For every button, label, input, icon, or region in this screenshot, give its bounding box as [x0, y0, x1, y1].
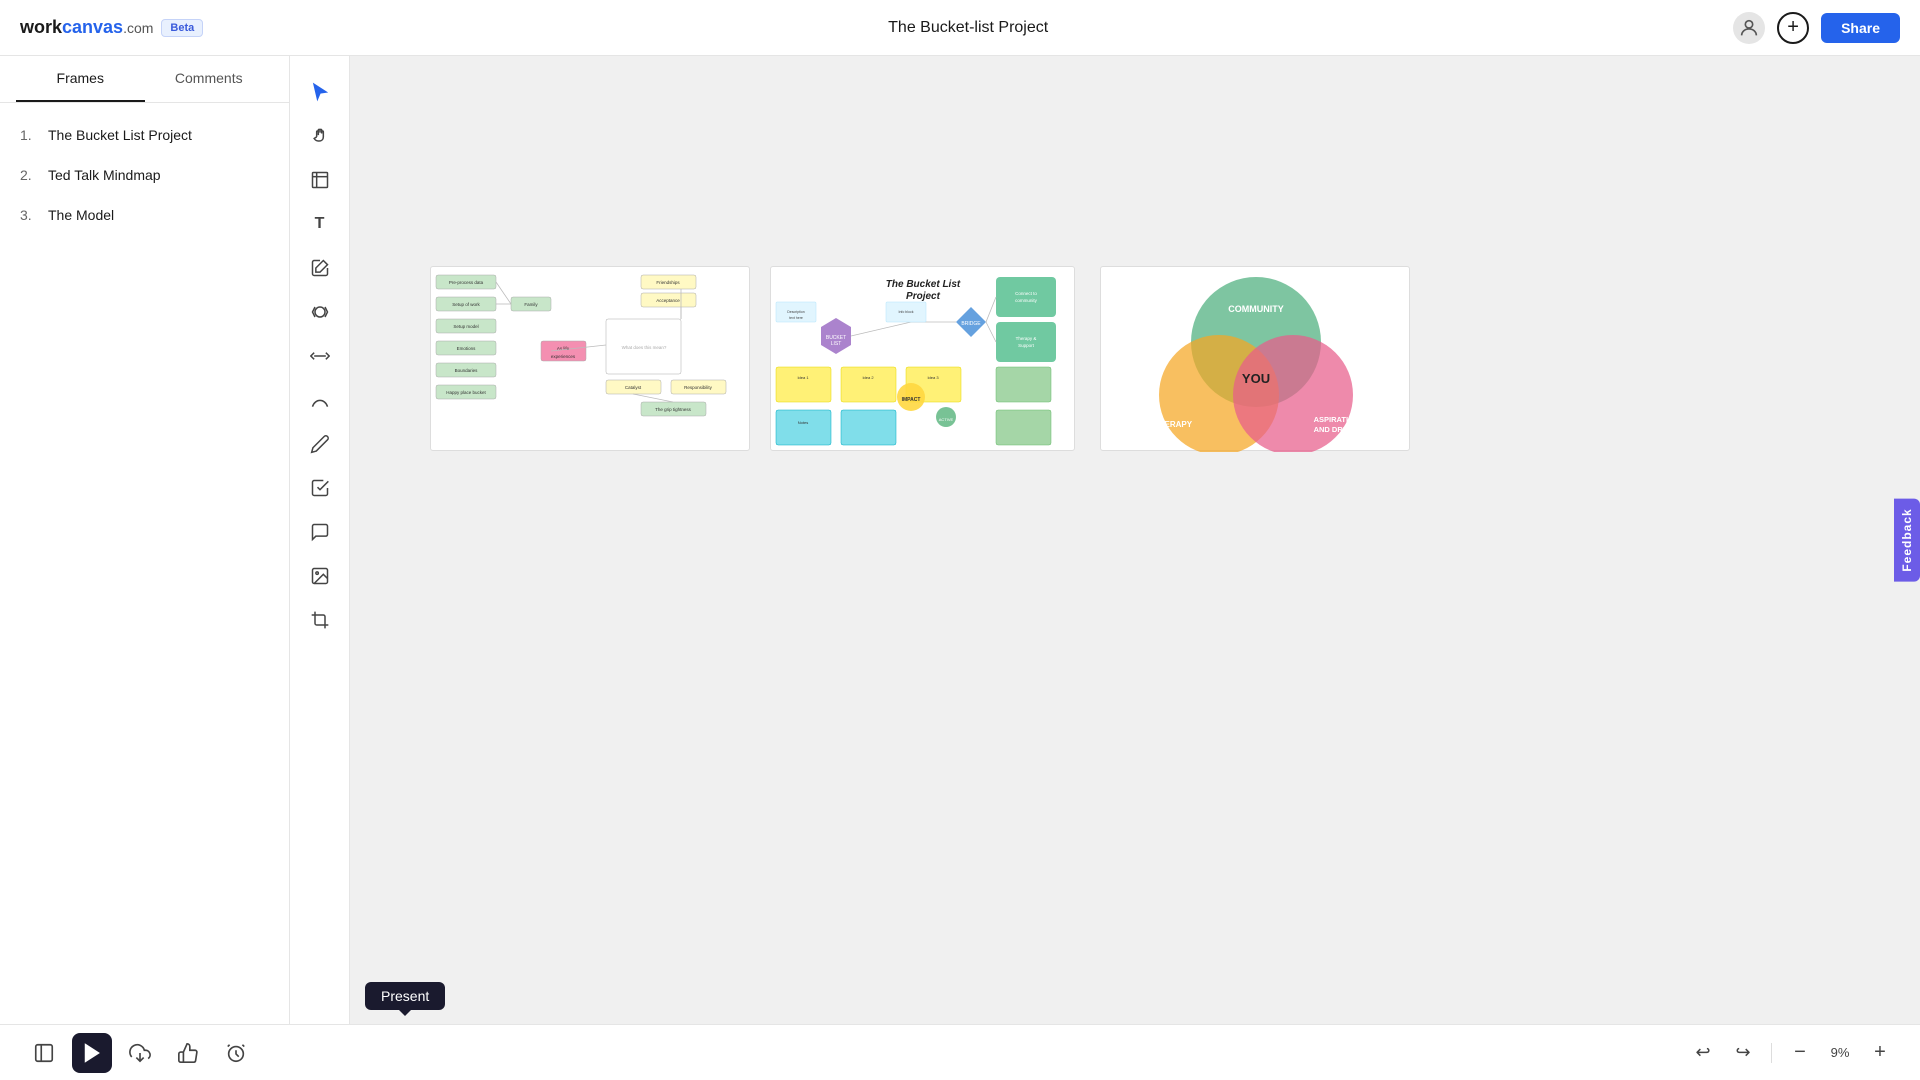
tab-comments[interactable]: Comments	[145, 56, 274, 102]
header-left: workcanvas.com Beta	[20, 17, 203, 38]
document-title: The Bucket-list Project	[888, 19, 1048, 37]
tool-shapes[interactable]	[300, 292, 340, 332]
tool-pen[interactable]	[300, 336, 340, 376]
svg-text:text here: text here	[789, 316, 803, 320]
tool-checklist[interactable]	[300, 468, 340, 508]
svg-text:Family: Family	[524, 302, 538, 307]
svg-text:IMPACT: IMPACT	[902, 397, 921, 403]
canvas-frame-1[interactable]: Pre-process data Setup of work Setup mod…	[430, 266, 750, 451]
sidebar-tabs: Frames Comments	[0, 56, 289, 103]
svg-text:LIST: LIST	[831, 341, 842, 347]
svg-text:ASPIRATIONS: ASPIRATIONS	[1314, 415, 1365, 424]
undo-button[interactable]: ↩	[1687, 1037, 1719, 1069]
svg-text:Support: Support	[1018, 343, 1035, 348]
tool-connector[interactable]	[300, 380, 340, 420]
svg-text:ACTIVE: ACTIVE	[939, 417, 954, 422]
add-button[interactable]: +	[1777, 12, 1809, 44]
svg-text:Connect to: Connect to	[1015, 291, 1037, 296]
svg-text:Boundaries: Boundaries	[455, 368, 479, 373]
bucket-list-svg: The Bucket List Project BUCKET LIST BRID…	[771, 267, 1076, 452]
svg-text:The Bucket List: The Bucket List	[886, 279, 961, 290]
sidebar-content: 1. The Bucket List Project 2. Ted Talk M…	[0, 103, 289, 271]
tool-comment[interactable]	[300, 512, 340, 552]
feedback-button[interactable]: Feedback	[1894, 498, 1920, 581]
logo: workcanvas.com	[20, 17, 153, 38]
svg-text:Description: Description	[787, 310, 805, 314]
svg-text:Idea 1: Idea 1	[797, 375, 809, 380]
flowchart-svg: Pre-process data Setup of work Setup mod…	[431, 267, 751, 452]
svg-text:Friendships: Friendships	[656, 280, 680, 285]
frame-num-1: 1.	[20, 127, 40, 143]
frame-label-3: The Model	[48, 207, 114, 223]
svg-text:BRIDGE: BRIDGE	[961, 321, 981, 327]
canvas-frame-3[interactable]: COMMUNITY THERAPY ASPIRATIONS AND DREAMS…	[1100, 266, 1410, 451]
sidebar-frame-3[interactable]: 3. The Model	[20, 207, 269, 223]
zoom-out-button[interactable]: −	[1784, 1037, 1816, 1069]
svg-text:What does this mean?: What does this mean?	[622, 345, 667, 350]
svg-text:community: community	[1015, 298, 1038, 303]
svg-text:COMMUNITY: COMMUNITY	[1228, 304, 1284, 314]
svg-text:YOU: YOU	[1242, 371, 1270, 386]
tool-sticky[interactable]	[300, 248, 340, 288]
tool-frame[interactable]	[300, 160, 340, 200]
header: workcanvas.com Beta The Bucket-list Proj…	[0, 0, 1920, 56]
tool-crop[interactable]	[300, 600, 340, 640]
svg-text:Acceptance: Acceptance	[656, 298, 680, 303]
frame-num-2: 2.	[20, 167, 40, 183]
frame-label-1: The Bucket List Project	[48, 127, 192, 143]
tool-select[interactable]	[300, 72, 340, 112]
zoom-in-button[interactable]: +	[1864, 1037, 1896, 1069]
svg-text:Project: Project	[906, 291, 941, 302]
svg-text:Idea 2: Idea 2	[862, 375, 874, 380]
zoom-controls: ↩ ↪ − 9% +	[1687, 1037, 1896, 1069]
export-button[interactable]	[120, 1033, 160, 1073]
svg-text:Info block: Info block	[899, 310, 914, 314]
timer-button[interactable]	[216, 1033, 256, 1073]
toolbar: T	[290, 56, 350, 1024]
frame-num-3: 3.	[20, 207, 40, 223]
user-avatar[interactable]	[1733, 12, 1765, 44]
svg-text:Idea 3: Idea 3	[927, 375, 939, 380]
svg-text:Setup of work: Setup of work	[452, 302, 480, 307]
present-button[interactable]	[72, 1033, 112, 1073]
svg-text:The grip tightness: The grip tightness	[655, 407, 692, 412]
venn-svg: COMMUNITY THERAPY ASPIRATIONS AND DREAMS…	[1101, 267, 1411, 452]
bottom-bar: Present ↩ ↪ − 9% +	[0, 1024, 1920, 1080]
svg-text:Pre-process data: Pre-process data	[449, 280, 484, 285]
frame-label-2: Ted Talk Mindmap	[48, 167, 161, 183]
svg-text:Notes: Notes	[798, 420, 808, 425]
svg-text:AND DREAMS: AND DREAMS	[1314, 425, 1365, 434]
tool-image[interactable]	[300, 556, 340, 596]
svg-text:Happy place bucket: Happy place bucket	[446, 390, 486, 395]
tool-hand[interactable]	[300, 116, 340, 156]
tab-frames[interactable]: Frames	[16, 56, 145, 102]
svg-text:THERAPY: THERAPY	[1154, 420, 1193, 429]
sidebar-frame-1[interactable]: 1. The Bucket List Project	[20, 127, 269, 143]
header-right: + Share	[1733, 12, 1900, 44]
feedback-panel: Feedback	[1894, 498, 1920, 581]
svg-text:Emotions: Emotions	[457, 346, 477, 351]
main-layout: Frames Comments 1. The Bucket List Proje…	[0, 56, 1920, 1024]
svg-text:Therapy &: Therapy &	[1016, 336, 1037, 341]
bottom-tools	[24, 1033, 256, 1073]
tool-pencil[interactable]	[300, 424, 340, 464]
canvas-area[interactable]: Pre-process data Setup of work Setup mod…	[350, 56, 1920, 1024]
svg-text:experiences: experiences	[551, 354, 576, 359]
tool-text[interactable]: T	[300, 204, 340, 244]
present-tooltip: Present	[365, 982, 445, 1010]
svg-text:Responsibility: Responsibility	[684, 385, 713, 390]
zoom-level: 9%	[1824, 1045, 1856, 1060]
svg-text:Catalyst: Catalyst	[625, 385, 642, 390]
like-button[interactable]	[168, 1033, 208, 1073]
beta-badge: Beta	[161, 19, 203, 37]
share-button[interactable]: Share	[1821, 13, 1900, 43]
svg-text:Setup model: Setup model	[453, 324, 478, 329]
toggle-sidebar-button[interactable]	[24, 1033, 64, 1073]
sidebar-frame-2[interactable]: 2. Ted Talk Mindmap	[20, 167, 269, 183]
canvas-frame-2[interactable]: The Bucket List Project BUCKET LIST BRID…	[770, 266, 1075, 451]
sidebar: Frames Comments 1. The Bucket List Proje…	[0, 56, 290, 1024]
redo-button[interactable]: ↪	[1727, 1037, 1759, 1069]
